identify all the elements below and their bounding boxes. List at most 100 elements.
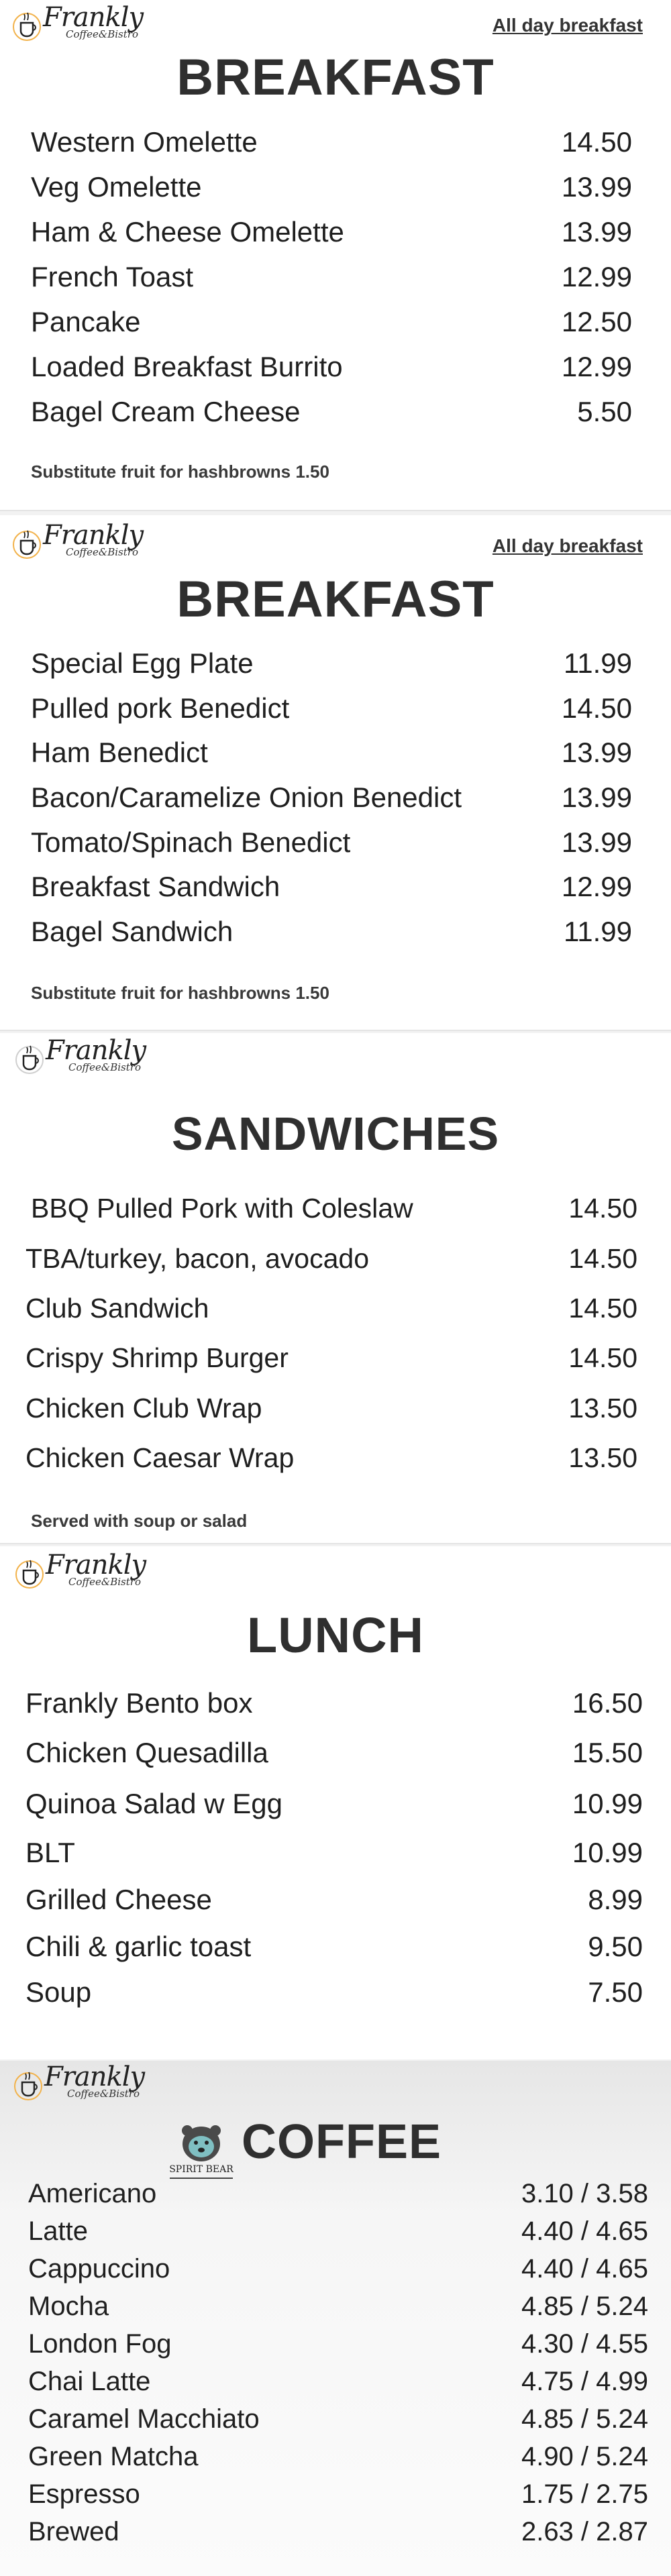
item-price: 4.85 / 5.24: [521, 2292, 648, 2321]
coffee-cup-icon: [12, 4, 42, 44]
item-name: TBA/turkey, bacon, avocado: [25, 1243, 370, 1274]
item-price: 13.99: [561, 216, 632, 248]
item-price: 4.90 / 5.24: [521, 2442, 648, 2471]
item-name: Espresso: [28, 2479, 140, 2509]
item-name: Club Sandwich: [25, 1293, 209, 1324]
item-name: Americano: [28, 2179, 157, 2208]
item-name: BLT: [25, 1837, 75, 1868]
item-name: Chicken Quesadilla: [25, 1737, 268, 1768]
item-name: Mocha: [28, 2292, 109, 2321]
item-name: Grilled Cheese: [25, 1884, 212, 1915]
breakfast-panel-1: Frankly Coffee&Bistro All day breakfast …: [0, 0, 671, 511]
menu-item: Breakfast Sandwich 12.99: [0, 871, 671, 911]
section-title: COFFEE: [242, 2115, 442, 2169]
frankly-logo: Frankly Coffee&Bistro: [12, 520, 144, 562]
menu-item: Caramel Macchiato 4.85 / 5.24: [0, 2404, 671, 2445]
item-price: 4.85 / 5.24: [521, 2404, 648, 2434]
menu-item: Club Sandwich 14.50: [0, 1293, 671, 1333]
menu-item: Loaded Breakfast Burrito 12.99: [0, 351, 671, 391]
item-price: 12.99: [561, 871, 632, 902]
item-name: Pancake: [31, 306, 141, 337]
item-price: 13.50: [568, 1442, 637, 1473]
item-price: 13.99: [561, 737, 632, 768]
item-price: 13.99: [561, 782, 632, 813]
frankly-logo: Frankly Coffee&Bistro: [12, 2, 144, 44]
menu-item: Green Matcha 4.90 / 5.24: [0, 2442, 671, 2482]
item-name: Ham & Cheese Omelette: [31, 216, 344, 248]
menu-item: Chicken Caesar Wrap 13.50: [0, 1442, 671, 1483]
menu-item: Latte 4.40 / 4.65: [0, 2216, 671, 2257]
item-name: London Fog: [28, 2329, 172, 2359]
item-price: 15.50: [572, 1737, 643, 1768]
section-title: SANDWICHES: [171, 1108, 500, 1160]
logo-name: Frankly: [43, 520, 144, 551]
item-name: Pulled pork Benedict: [31, 692, 290, 724]
menu-item: Tomato/Spinach Benedict 13.99: [0, 826, 671, 867]
item-price: 13.99: [561, 171, 632, 203]
logo-subtitle: Coffee&Bistro: [68, 1576, 141, 1588]
item-name: Chili & garlic toast: [25, 1931, 252, 1962]
item-name: Ham Benedict: [31, 737, 208, 768]
logo-name: Frankly: [43, 2, 144, 33]
all-day-breakfast-tag: All day breakfast: [492, 15, 643, 36]
item-name: Soup: [25, 1976, 92, 2008]
item-name: Bagel Sandwich: [31, 916, 234, 947]
hashbrowns-note: Substitute fruit for hashbrowns 1.50: [31, 983, 329, 1003]
item-name: Western Omelette: [31, 126, 258, 158]
menu-item: Bagel Cream Cheese 5.50: [0, 396, 671, 436]
menu-item: BLT 10.99: [0, 1837, 671, 1877]
coffee-cup-icon: [12, 522, 42, 562]
menu-item: Pancake 12.50: [0, 306, 671, 346]
menu-item: Bagel Sandwich 11.99: [0, 916, 671, 956]
item-price: 16.50: [572, 1687, 643, 1719]
item-price: 8.99: [588, 1884, 643, 1915]
section-title: BREAKFAST: [176, 49, 495, 106]
item-name: French Toast: [31, 261, 194, 292]
item-name: Green Matcha: [28, 2442, 199, 2471]
menu-item: Special Egg Plate 11.99: [0, 647, 671, 688]
menu-item: Brewed 2.63 / 2.87: [0, 2517, 671, 2557]
menu-item: Frankly Bento box 16.50: [0, 1687, 671, 1727]
item-price: 11.99: [564, 647, 632, 679]
item-price: 13.50: [568, 1393, 637, 1424]
item-price: 13.99: [561, 826, 632, 858]
menu-item: Chai Latte 4.75 / 4.99: [0, 2367, 671, 2407]
menu-item: French Toast 12.99: [0, 261, 671, 301]
menu-item: Soup 7.50: [0, 1976, 671, 2017]
item-name: Special Egg Plate: [31, 647, 254, 679]
all-day-breakfast-tag: All day breakfast: [492, 535, 643, 556]
item-price: 14.50: [568, 1243, 637, 1274]
item-name: Frankly Bento box: [25, 1687, 253, 1719]
frankly-logo: Frankly Coffee&Bistro: [15, 1552, 146, 1592]
item-price: 14.50: [568, 1293, 637, 1324]
item-price: 12.99: [561, 351, 632, 382]
menu-item: Espresso 1.75 / 2.75: [0, 2479, 671, 2520]
menu-item: Grilled Cheese 8.99: [0, 1884, 671, 1924]
menu-item: London Fog 4.30 / 4.55: [0, 2329, 671, 2369]
item-name: Chicken Caesar Wrap: [25, 1442, 295, 1473]
item-price: 4.40 / 4.65: [521, 2254, 648, 2284]
item-name: Chicken Club Wrap: [25, 1393, 262, 1424]
item-name: Crispy Shrimp Burger: [25, 1342, 289, 1373]
menu-item: Mocha 4.85 / 5.24: [0, 2292, 671, 2332]
item-price: 10.99: [572, 1837, 643, 1868]
item-price: 14.50: [568, 1342, 637, 1373]
lunch-panel: Frankly Coffee&Bistro LUNCH Frankly Bent…: [0, 1546, 671, 2059]
item-name: Chai Latte: [28, 2367, 151, 2396]
item-name: Veg Omelette: [31, 171, 202, 203]
item-price: 4.40 / 4.65: [521, 2216, 648, 2246]
menu-item: BBQ Pulled Pork with Coleslaw 14.50: [0, 1193, 671, 1233]
spirit-bear-badge: SPIRIT BEAR: [164, 2120, 238, 2182]
item-price: 4.75 / 4.99: [521, 2367, 648, 2396]
logo-name: Frankly: [44, 2061, 145, 2092]
item-name: BBQ Pulled Pork with Coleslaw: [31, 1193, 413, 1224]
item-name: Quinoa Salad w Egg: [25, 1788, 282, 1819]
item-price: 11.99: [564, 916, 632, 947]
coffee-cup-icon: [13, 2063, 43, 2104]
coffee-panel: Frankly Coffee&Bistro SPIRIT BEAR COFFEE…: [0, 2061, 671, 2576]
menu-item: Pulled pork Benedict 14.50: [0, 692, 671, 733]
menu-item: TBA/turkey, bacon, avocado 14.50: [0, 1243, 671, 1283]
item-name: Latte: [28, 2216, 88, 2246]
menu-item: Veg Omelette 13.99: [0, 171, 671, 211]
item-name: Breakfast Sandwich: [31, 871, 280, 902]
